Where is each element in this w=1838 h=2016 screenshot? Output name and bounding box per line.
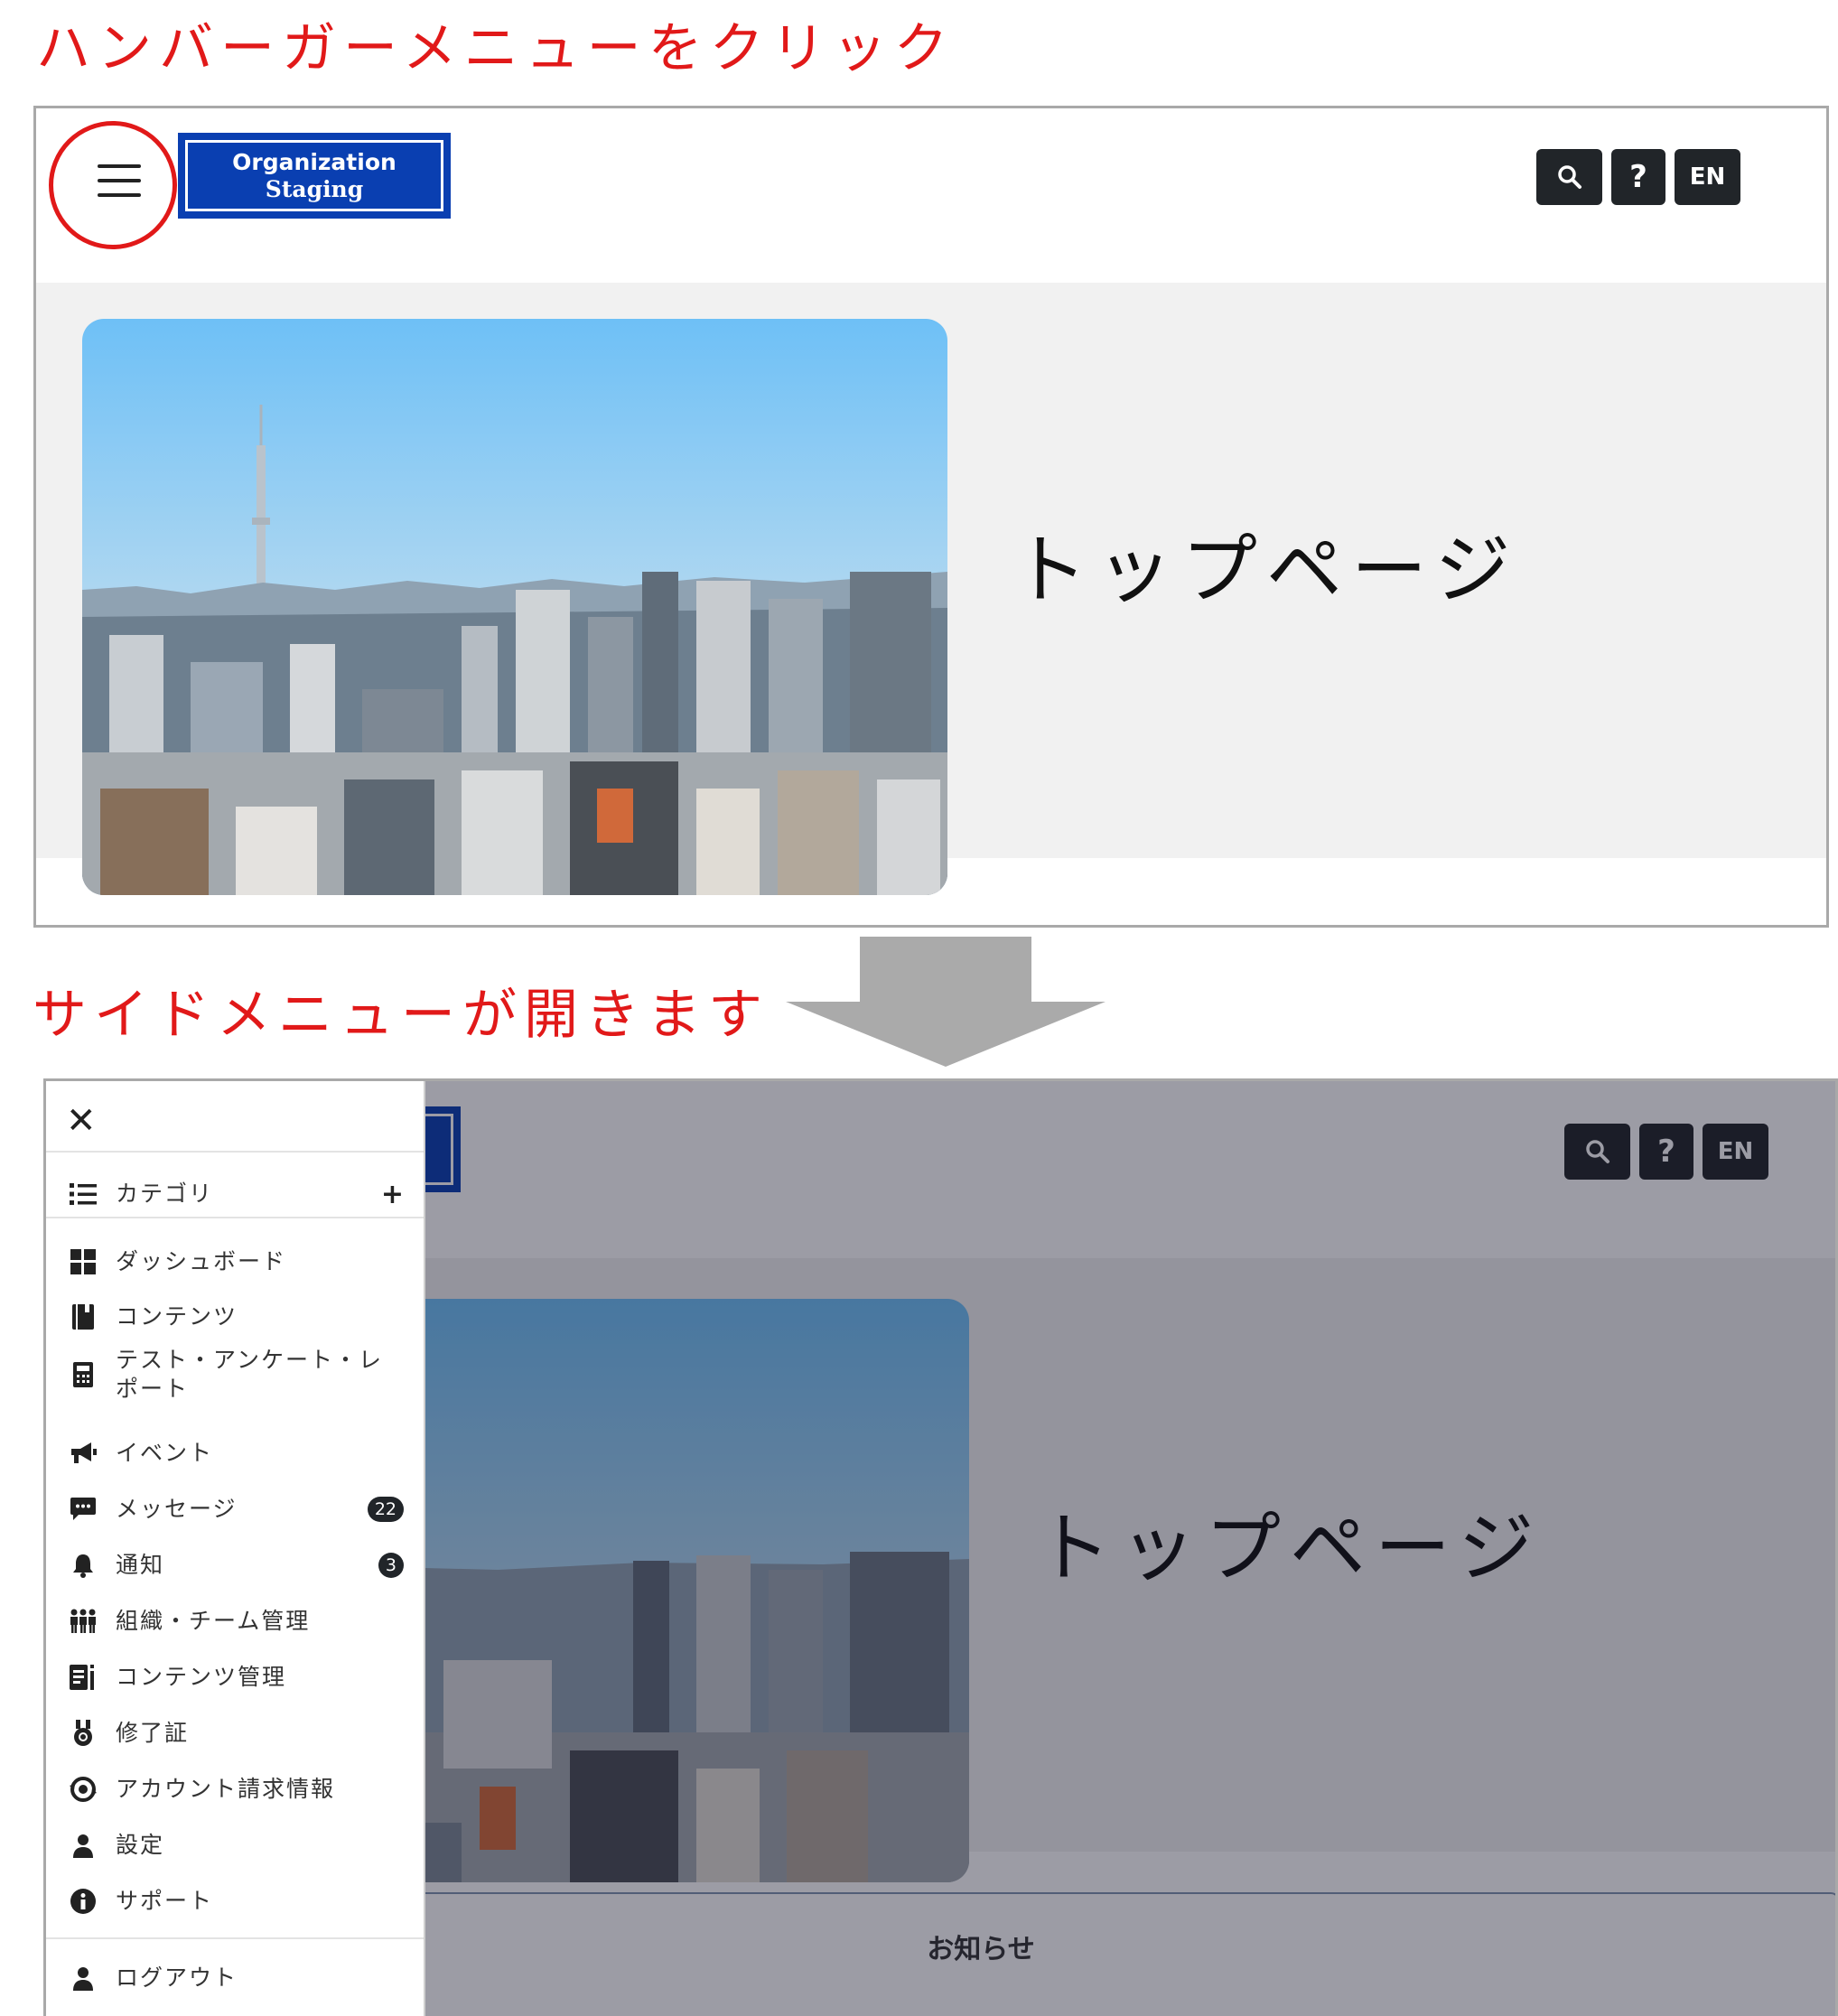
sidebar-item-label: ダッシュボード	[116, 1247, 287, 1274]
divider	[46, 1937, 424, 1939]
sidebar-item-messages[interactable]: メッセージ 22	[46, 1489, 424, 1530]
sidebar-item-content-management[interactable]: コンテンツ管理	[46, 1657, 424, 1698]
tokyo-city-image	[82, 319, 947, 895]
screenshot-after: Organization Staging ? EN	[43, 1078, 1838, 2016]
sidebar-item-label: 設定	[116, 1831, 165, 1858]
sidebar-item-billing[interactable]: アカウント請求情報	[46, 1769, 424, 1810]
sidebar-item-tests[interactable]: テスト・アンケート・レポート	[46, 1343, 424, 1406]
logout-button[interactable]: ログアウト	[46, 1957, 424, 1999]
sidebar-item-label: 組織・チーム管理	[116, 1607, 311, 1634]
billing-icon	[70, 1776, 97, 1803]
highlight-circle	[49, 121, 177, 249]
megaphone-icon	[70, 1440, 97, 1467]
caption-step1: ハンバーガーメニューをクリック	[36, 17, 956, 80]
sidebar-item-notifications[interactable]: 通知 3	[46, 1545, 424, 1586]
sidebar-item-label: アカウント請求情報	[116, 1775, 336, 1802]
sidebar-item-label: メッセージ	[116, 1495, 238, 1522]
sidebar-item-label: カテゴリ	[116, 1180, 214, 1207]
help-button[interactable]: ?	[1611, 149, 1665, 205]
sidebar-item-events[interactable]: イベント	[46, 1433, 424, 1474]
sidebar-item-label: 通知	[116, 1551, 165, 1578]
sidebar-item-team-management[interactable]: 組織・チーム管理	[46, 1601, 424, 1642]
expand-plus-icon[interactable]: +	[381, 1179, 404, 1210]
notification-count-badge: 3	[378, 1553, 404, 1578]
dashboard-icon	[70, 1248, 97, 1275]
divider	[46, 1151, 424, 1153]
sidebar-item-category[interactable]: カテゴリ +	[46, 1173, 424, 1215]
team-icon	[70, 1608, 97, 1635]
user-icon	[70, 1832, 97, 1859]
sidebar-item-certificates[interactable]: 修了証	[46, 1713, 424, 1754]
caption-step2: サイドメニューが開きます	[33, 984, 770, 1047]
sidebar-item-settings[interactable]: 設定	[46, 1825, 424, 1866]
page-header: Organization Staging ? EN	[36, 108, 1826, 283]
user-icon	[70, 1965, 97, 1992]
sidebar-item-label: コンテンツ	[116, 1302, 238, 1330]
list-icon	[70, 1181, 97, 1208]
sidebar-item-contents[interactable]: コンテンツ	[46, 1296, 424, 1338]
page-title: トップページ	[1012, 526, 1520, 614]
sidebar-item-label: サポート	[116, 1887, 214, 1914]
sidebar-item-label: テスト・アンケート・レポート	[116, 1346, 384, 1403]
language-button[interactable]: EN	[1675, 149, 1740, 205]
info-icon	[70, 1888, 97, 1915]
message-icon	[70, 1496, 97, 1523]
sidebar-item-dashboard[interactable]: ダッシュボード	[46, 1241, 424, 1283]
logout-label: ログアウト	[116, 1964, 238, 1991]
side-menu: ✕ カテゴリ + ダッシュボード コンテンツ テスト・アンケート・レポート イベ…	[46, 1081, 425, 2016]
sidebar-item-support[interactable]: サポート	[46, 1881, 424, 1922]
search-button[interactable]	[1536, 149, 1602, 205]
logo-line2: Staging	[265, 175, 364, 202]
sidebar-item-label: コンテンツ管理	[116, 1663, 287, 1690]
medal-icon	[70, 1720, 97, 1747]
divider	[46, 1217, 424, 1218]
down-arrow-icon	[786, 937, 1106, 1067]
book-icon	[70, 1303, 97, 1330]
logo-line1: Organization	[232, 148, 397, 175]
bell-icon	[70, 1552, 97, 1579]
sidebar-item-label: イベント	[116, 1439, 214, 1466]
unread-count-badge: 22	[367, 1497, 404, 1522]
calculator-icon	[70, 1361, 97, 1388]
close-icon[interactable]: ✕	[66, 1103, 97, 1139]
screenshot-before: Organization Staging ? EN トップページ	[33, 106, 1829, 928]
content-manage-icon	[70, 1664, 97, 1691]
search-icon	[1557, 165, 1581, 189]
sidebar-item-label: 修了証	[116, 1719, 190, 1746]
org-logo[interactable]: Organization Staging	[178, 133, 451, 219]
